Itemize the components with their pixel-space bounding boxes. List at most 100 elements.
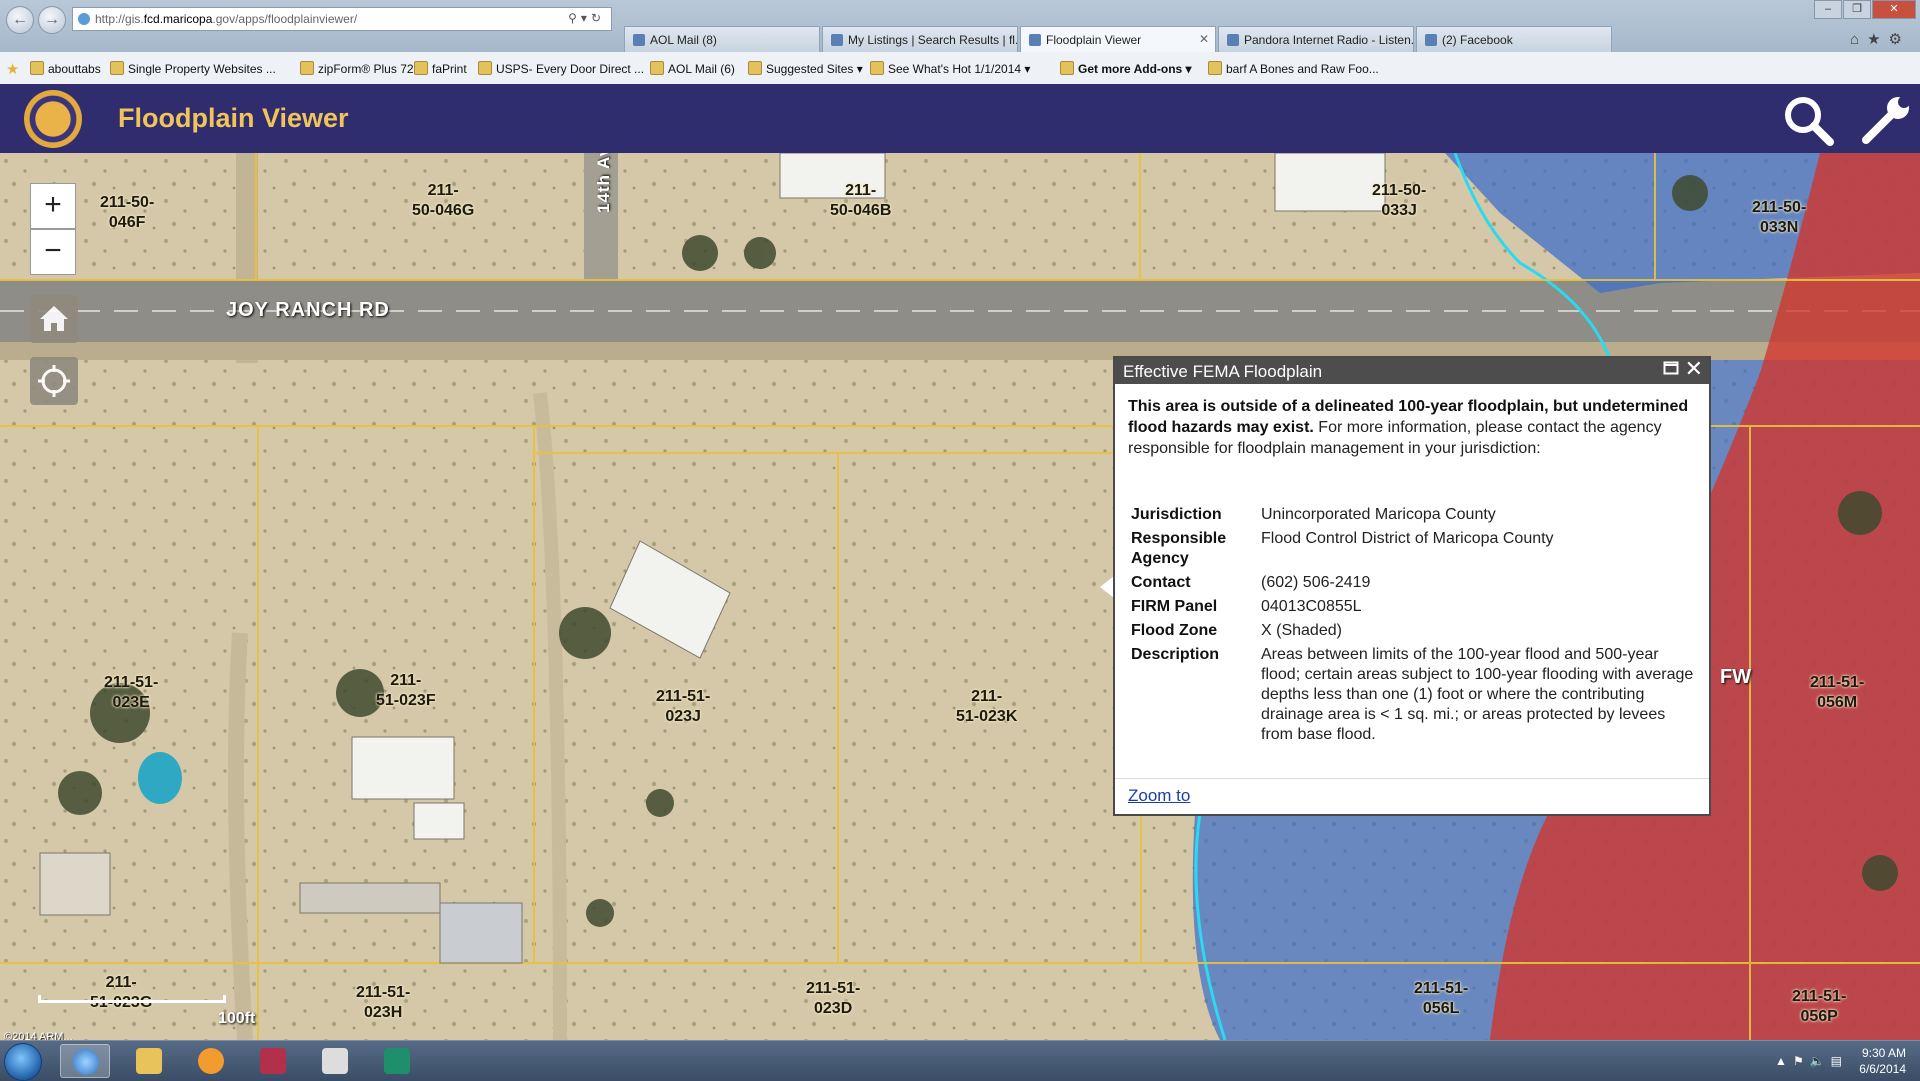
- close-icon[interactable]: ✕: [1685, 358, 1703, 380]
- popup-attributes-table: Jurisdiction Unincorporated Maricopa Coun…: [1129, 503, 1699, 747]
- wrench-icon[interactable]: [1858, 92, 1914, 148]
- home-extent-button[interactable]: [30, 295, 78, 343]
- favorites-bar-item[interactable]: abouttabs: [30, 61, 101, 76]
- address-bar[interactable]: http://gis.fcd.maricopa.gov/apps/floodpl…: [72, 7, 612, 31]
- floodway-label: FW: [1720, 666, 1752, 688]
- browser-tab[interactable]: My Listings | Search Results | fl...: [822, 26, 1018, 52]
- favorites-star-icon[interactable]: ★: [1867, 31, 1888, 48]
- favorite-label: See What's Hot 1/1/2014 ▾: [888, 62, 1031, 76]
- taskbar-publisher[interactable]: [372, 1044, 422, 1078]
- locate-button[interactable]: [30, 357, 78, 405]
- favorites-bar-item[interactable]: USPS- Every Door Direct ...: [478, 61, 644, 76]
- parcel-label: 211-50- 046F: [100, 194, 155, 231]
- favorite-label: Suggested Sites ▾: [766, 62, 863, 76]
- popup-title: Effective FEMA Floodplain: [1123, 362, 1323, 381]
- window-close-button[interactable]: ✕: [1872, 0, 1916, 19]
- popup-intro: This area is outside of a delineated 100…: [1128, 396, 1698, 459]
- flag-icon[interactable]: ⚑: [1793, 1054, 1810, 1068]
- favorite-page-icon: [1060, 61, 1074, 75]
- attribute-value: Unincorporated Maricopa County: [1261, 506, 1496, 523]
- tab-close-icon[interactable]: ✕: [1199, 32, 1209, 46]
- popup-attribute-row: Flood Zone X (Shaded): [1129, 619, 1699, 643]
- imagery-copyright: ©2014 ARM...: [4, 1031, 73, 1040]
- favorite-page-icon: [478, 61, 492, 75]
- favorite-label: barf A Bones and Raw Foo...: [1226, 62, 1379, 76]
- zoom-in-button[interactable]: +: [30, 183, 76, 229]
- favorite-page-icon: [414, 61, 428, 75]
- parcel-label: 211- 51-023F: [376, 672, 436, 709]
- favorites-bar-item[interactable]: Single Property Websites ...: [110, 61, 276, 76]
- popup-footer-divider: [1115, 778, 1709, 779]
- taskbar-access[interactable]: [248, 1044, 298, 1078]
- restore-button[interactable]: ❐: [1843, 0, 1871, 19]
- show-hidden-icons-icon[interactable]: ▲: [1775, 1054, 1793, 1068]
- publisher-icon: [384, 1048, 410, 1074]
- browser-tool-icons: ⌂★⚙: [1850, 30, 1910, 48]
- taskbar-internet-explorer[interactable]: [60, 1044, 110, 1078]
- favorites-bar-item[interactable]: Get more Add-ons ▾: [1060, 61, 1192, 76]
- popup-attribute-row: Jurisdiction Unincorporated Maricopa Coun…: [1129, 503, 1699, 527]
- flood-control-district-logo: [24, 90, 82, 148]
- parcel-label: 211-51- 056P: [1792, 988, 1847, 1025]
- folder-icon: [136, 1048, 162, 1074]
- favorites-icon[interactable]: ★: [6, 60, 19, 78]
- crosshair-icon: [38, 365, 70, 397]
- browser-tab[interactable]: (2) Facebook: [1416, 26, 1612, 52]
- favorite-label: USPS- Every Door Direct ...: [496, 62, 645, 76]
- favorites-bar-item[interactable]: zipForm® Plus 725: [300, 61, 420, 76]
- taskbar-file-explorer[interactable]: [124, 1044, 174, 1078]
- parcel-label: 211-51- 023J: [656, 688, 711, 725]
- tab-favicon-icon: [1227, 34, 1239, 46]
- popup-attribute-row: FIRM Panel 04013C0855L: [1129, 595, 1699, 619]
- maximize-icon[interactable]: [1663, 360, 1679, 376]
- scale-label: 100ft: [218, 1010, 256, 1027]
- attribute-value: X (Shaded): [1261, 622, 1342, 639]
- browser-tab[interactable]: Floodplain Viewer ✕: [1020, 26, 1216, 52]
- popup-attribute-row: Responsible Agency Flood Control District…: [1129, 527, 1699, 571]
- zoom-out-button[interactable]: −: [30, 229, 76, 275]
- favorites-bar-item[interactable]: AOL Mail (6): [650, 61, 735, 76]
- favorite-page-icon: [110, 61, 124, 75]
- home-icon[interactable]: ⌂: [1850, 31, 1867, 48]
- favorites-bar-item[interactable]: Suggested Sites ▾: [748, 61, 863, 76]
- attribute-key: Flood Zone: [1131, 622, 1218, 639]
- popup-pointer: [1100, 576, 1114, 598]
- clock-date: 6/6/2014: [1859, 1062, 1906, 1076]
- parcel-label: 211-51- 023E: [104, 674, 159, 711]
- tab-favicon-icon: [1425, 34, 1437, 46]
- search-icon[interactable]: [1780, 92, 1836, 148]
- favorites-bar-item[interactable]: faPrint: [414, 61, 467, 76]
- app-icon: [322, 1048, 348, 1074]
- taskbar-app[interactable]: [310, 1044, 360, 1078]
- volume-icon[interactable]: 🔈: [1810, 1054, 1831, 1068]
- app-header: Floodplain Viewer: [0, 84, 1920, 153]
- floodplain-popup: Effective FEMA Floodplain ✕ This area is…: [1113, 356, 1711, 816]
- parcel-label: 211- 51-023K: [956, 688, 1018, 725]
- browser-tab[interactable]: Pandora Internet Radio - Listen...: [1218, 26, 1414, 52]
- tab-label: (2) Facebook: [1442, 33, 1513, 47]
- back-button[interactable]: ←: [6, 6, 34, 34]
- network-icon[interactable]: ▤: [1831, 1054, 1848, 1068]
- browser-tab[interactable]: AOL Mail (8): [624, 26, 820, 52]
- minimize-button[interactable]: –: [1814, 0, 1842, 19]
- taskbar-media-player[interactable]: [186, 1044, 236, 1078]
- zoom-to-link[interactable]: Zoom to: [1128, 786, 1190, 806]
- media-player-icon: [198, 1048, 224, 1074]
- popup-attribute-row: Description Areas between limits of the 1…: [1129, 643, 1699, 747]
- map-canvas[interactable]: 211-50- 046F 211- 50-046G 211- 50-046B 2…: [0, 153, 1920, 1040]
- attribute-value: 04013C0855L: [1261, 598, 1362, 615]
- favorite-label: Single Property Websites ...: [128, 62, 276, 76]
- forward-button[interactable]: →: [38, 6, 66, 34]
- favorite-page-icon: [1208, 61, 1222, 75]
- system-tray: ▲⚑🔈▤: [1775, 1054, 1848, 1068]
- parcel-label: 211-51- 056M: [1810, 674, 1865, 711]
- favorites-bar-item[interactable]: barf A Bones and Raw Foo...: [1208, 61, 1379, 76]
- clock[interactable]: 9:30 AM 6/6/2014: [1859, 1045, 1906, 1077]
- parcel-label: 211-51- 056L: [1414, 980, 1469, 1017]
- start-button[interactable]: [4, 1043, 42, 1081]
- attribute-key: FIRM Panel: [1131, 598, 1218, 615]
- address-controls-icon[interactable]: ⚲▾↻: [568, 11, 605, 25]
- ie-page-icon: [78, 13, 90, 25]
- favorites-bar-item[interactable]: See What's Hot 1/1/2014 ▾: [870, 61, 1030, 76]
- settings-gear-icon[interactable]: ⚙: [1889, 31, 1910, 48]
